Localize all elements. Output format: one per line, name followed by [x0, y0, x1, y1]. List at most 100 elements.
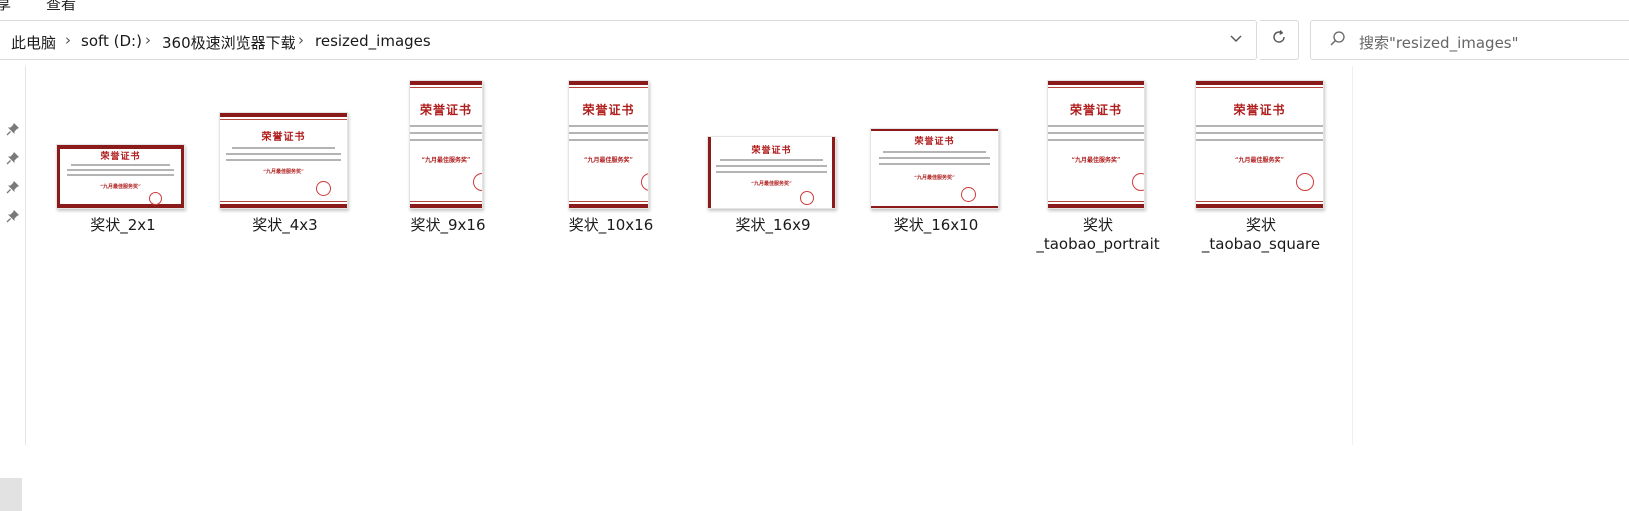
- chevron-right-icon[interactable]: ›: [65, 31, 71, 49]
- navigation-pane: [0, 66, 26, 511]
- thumb-title: 荣誉证书: [419, 103, 472, 117]
- file-thumbnail[interactable]: 荣誉证书 “九月最佳服务奖”: [568, 80, 649, 209]
- thumb-text-line: [1048, 132, 1144, 134]
- thumb-text-line: [67, 169, 174, 171]
- menu-item-view[interactable]: 查看: [46, 0, 76, 14]
- thumb-border: [1048, 204, 1144, 208]
- thumb-text-line: [1196, 125, 1323, 127]
- file-thumbnail[interactable]: 荣誉证书 “九月最佳服务奖”: [707, 136, 836, 209]
- file-name-line: _taobao_square: [1201, 235, 1321, 253]
- file-name-line: 奖状_16x10: [893, 216, 979, 234]
- seal-icon: [1132, 173, 1144, 191]
- thumb-text-line: [569, 125, 648, 127]
- file-name[interactable]: 奖状_10x16: [546, 216, 676, 235]
- thumb-border: [871, 206, 998, 208]
- file-name[interactable]: 奖状_16x9: [708, 216, 838, 235]
- seal-icon: [149, 192, 162, 205]
- thumb-border: [220, 204, 347, 208]
- breadcrumb-folder[interactable]: 360极速浏览器下载: [162, 32, 296, 53]
- breadcrumb-current-folder[interactable]: resized_images: [315, 32, 431, 50]
- thumb-text-line: [569, 139, 648, 141]
- breadcrumb-drive[interactable]: soft (D:): [81, 32, 142, 50]
- pin-icon[interactable]: [6, 179, 20, 194]
- thumb-quote: “九月最佳服务奖”: [584, 157, 633, 164]
- file-thumbnail[interactable]: 荣誉证书 “九月最佳服务奖”: [870, 128, 999, 209]
- pin-icon[interactable]: [6, 121, 20, 136]
- pin-icon[interactable]: [6, 208, 20, 223]
- thumb-text-line: [410, 125, 482, 127]
- thumb-border: [410, 81, 482, 85]
- thumb-border: [57, 204, 184, 208]
- thumb-border: [410, 201, 482, 202]
- chevron-down-icon[interactable]: [1229, 31, 1243, 49]
- thumb-border: [220, 113, 347, 117]
- address-row: 此电脑 › soft (D:) › 360极速浏览器下载 › resized_i…: [0, 18, 1629, 66]
- thumb-text-line: [716, 165, 827, 167]
- thumb-text-line: [232, 147, 335, 149]
- thumb-border: [1196, 81, 1323, 85]
- file-name[interactable]: 奖状 _taobao_portrait: [1033, 216, 1163, 254]
- thumb-text-line: [720, 159, 823, 161]
- file-name-line: 奖状_16x9: [735, 216, 811, 234]
- file-name[interactable]: 奖状_16x10: [871, 216, 1001, 235]
- thumb-text-line: [1048, 139, 1144, 141]
- refresh-icon: [1270, 28, 1288, 51]
- thumb-border: [410, 204, 482, 208]
- file-thumbnail[interactable]: 荣誉证书 “九月最佳服务奖”: [56, 144, 185, 209]
- seal-icon: [961, 187, 976, 202]
- file-name-line: 奖状_9x16: [410, 216, 486, 234]
- file-name[interactable]: 奖状_9x16: [383, 216, 513, 235]
- file-name-line: _taobao_portrait: [1036, 235, 1160, 253]
- file-thumbnail[interactable]: 荣誉证书 “九月最佳服务奖”: [1047, 80, 1145, 209]
- thumb-text-line: [410, 132, 482, 134]
- breadcrumb-this-pc[interactable]: 此电脑: [11, 32, 56, 53]
- thumb-text-line: [716, 171, 827, 173]
- file-thumbnail[interactable]: 荣誉证书 “九月最佳服务奖”: [409, 80, 483, 209]
- thumb-text-line: [883, 151, 986, 153]
- file-name[interactable]: 奖状_2x1: [58, 216, 188, 235]
- thumb-title: 荣誉证书: [751, 146, 792, 156]
- thumb-quote: “九月最佳服务奖”: [914, 175, 955, 181]
- thumb-border: [569, 81, 648, 85]
- pane-divider: [1352, 66, 1353, 445]
- thumb-title: 荣誉证书: [914, 137, 955, 147]
- refresh-button[interactable]: [1260, 20, 1299, 60]
- thumb-title: 荣誉证书: [1233, 103, 1286, 117]
- thumb-text-line: [569, 132, 648, 134]
- file-thumbnail[interactable]: 荣誉证书 “九月最佳服务奖”: [219, 112, 348, 209]
- file-name[interactable]: 奖状 _taobao_square: [1196, 216, 1326, 254]
- thumb-quote: “九月最佳服务奖”: [1235, 157, 1284, 164]
- search-input[interactable]: 搜索"resized_images": [1310, 20, 1629, 60]
- thumb-quote: “九月最佳服务奖”: [751, 181, 792, 187]
- thumb-border: [1048, 87, 1144, 88]
- thumb-title: 荣誉证书: [1069, 103, 1122, 117]
- thumb-title: 荣誉证书: [261, 132, 306, 143]
- thumb-text-line: [879, 163, 990, 165]
- thumb-text-line: [1196, 132, 1323, 134]
- thumb-border: [410, 87, 482, 88]
- thumb-border: [1048, 201, 1144, 202]
- chevron-right-icon[interactable]: ›: [298, 31, 304, 49]
- address-bar[interactable]: 此电脑 › soft (D:) › 360极速浏览器下载 › resized_i…: [0, 20, 1257, 60]
- thumb-text-line: [410, 139, 482, 141]
- seal-icon: [641, 173, 648, 191]
- seal-icon: [800, 191, 814, 205]
- file-thumbnail[interactable]: 荣誉证书 “九月最佳服务奖”: [1195, 80, 1324, 209]
- file-name[interactable]: 奖状_4x3: [220, 216, 350, 235]
- thumb-quote: “九月最佳服务奖”: [1071, 157, 1121, 164]
- thumb-border: [1196, 87, 1323, 88]
- nav-scrollbar[interactable]: [0, 478, 22, 511]
- thumb-border: [220, 119, 347, 120]
- thumb-border: [220, 201, 347, 202]
- file-name-line: 奖状: [1082, 216, 1113, 234]
- search-icon: [1329, 30, 1347, 48]
- thumb-border: [1196, 204, 1323, 208]
- thumb-text-line: [226, 159, 341, 161]
- menu-item-share[interactable]: 享: [0, 0, 11, 14]
- thumb-text-line: [879, 157, 990, 159]
- thumb-text-line: [1048, 125, 1144, 127]
- file-name-line: 奖状_2x1: [90, 216, 156, 234]
- chevron-right-icon[interactable]: ›: [145, 31, 151, 49]
- pin-icon[interactable]: [6, 150, 20, 165]
- thumb-quote: “九月最佳服务奖”: [421, 157, 471, 164]
